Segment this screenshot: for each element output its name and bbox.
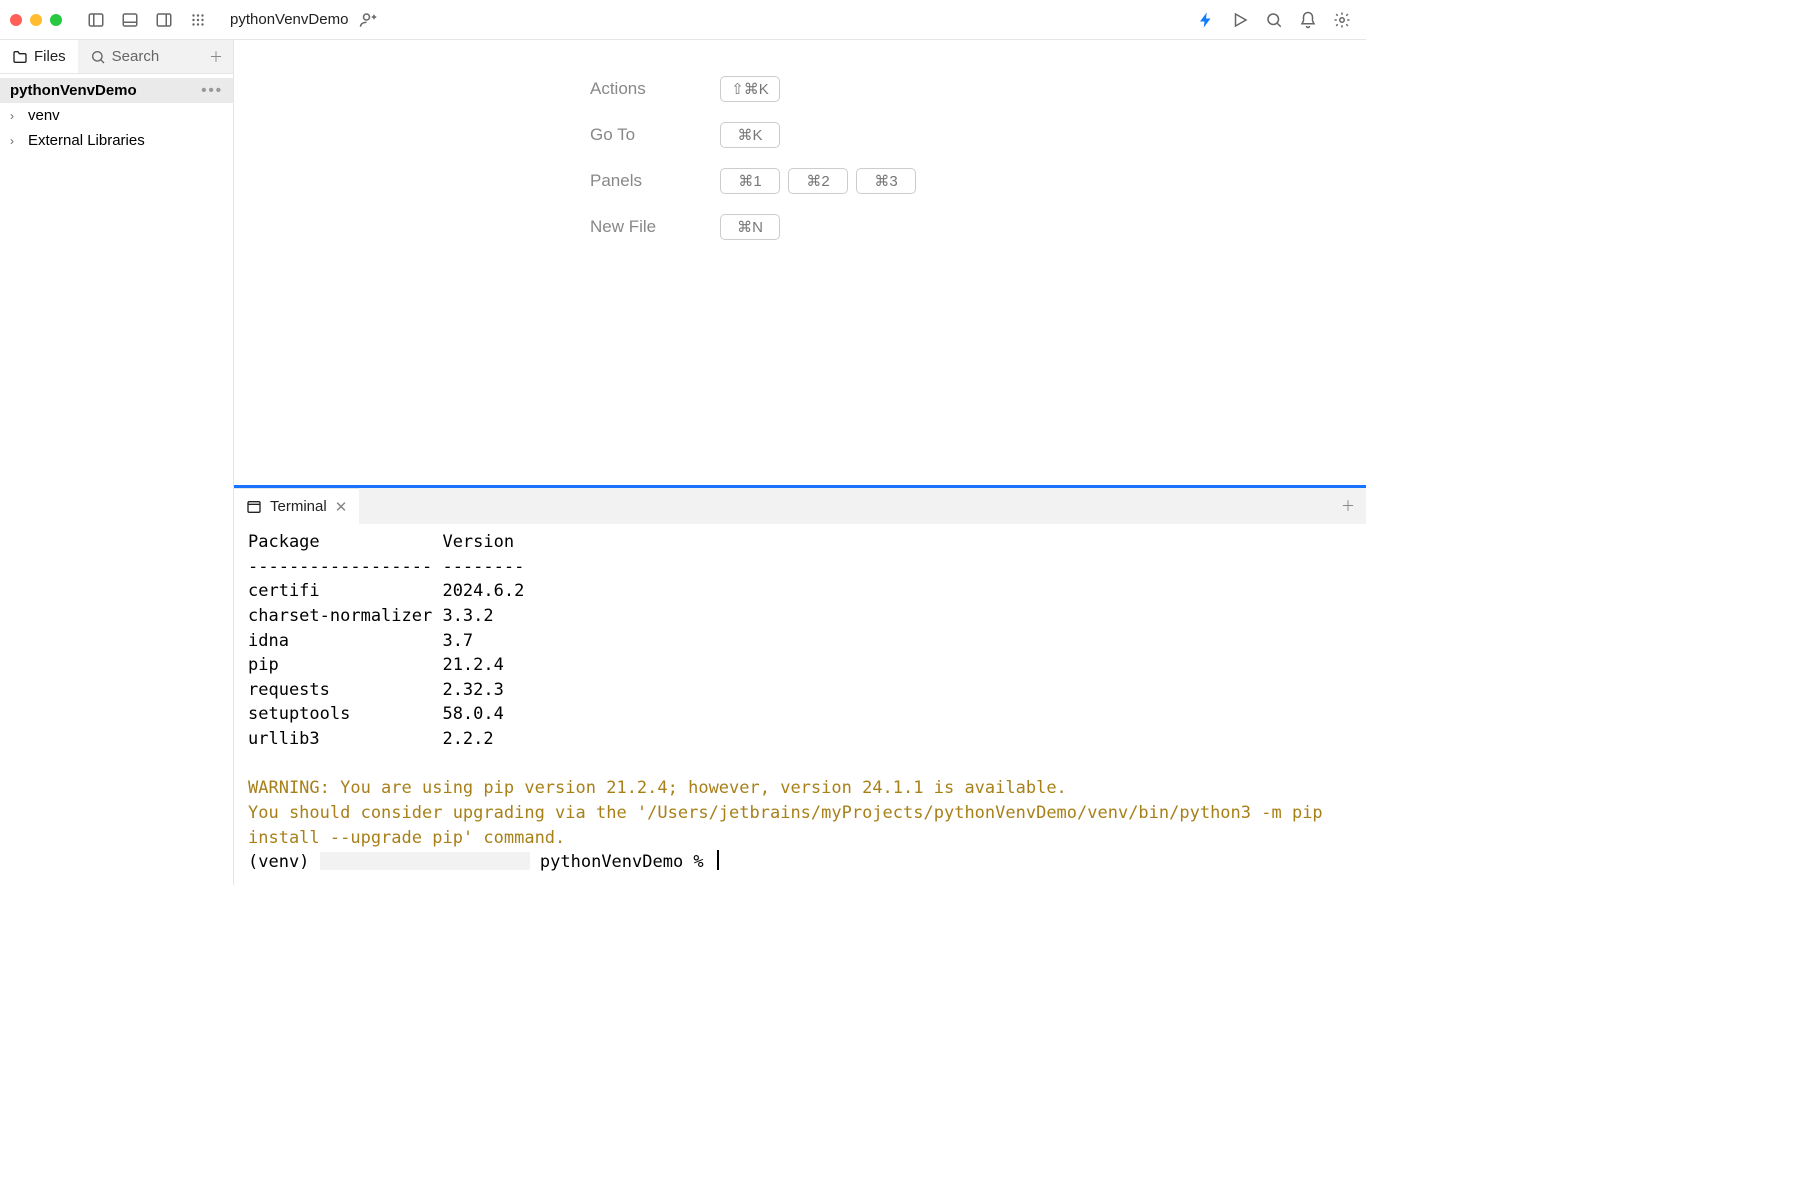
terminal-icon — [246, 499, 262, 515]
settings-icon[interactable] — [1328, 6, 1356, 34]
search-icon[interactable] — [1260, 6, 1288, 34]
sidebar-left-icon[interactable] — [82, 6, 110, 34]
tab-files-label: Files — [34, 48, 66, 65]
keycap: ⌘1 — [720, 168, 780, 194]
tab-files[interactable]: Files — [0, 40, 78, 73]
keycap: ⌘N — [720, 214, 780, 240]
hint-label: New File — [590, 217, 720, 237]
apps-grid-icon[interactable] — [184, 6, 212, 34]
sidebar-right-icon[interactable] — [150, 6, 178, 34]
notifications-icon[interactable] — [1294, 6, 1322, 34]
tree-item-label: External Libraries — [28, 132, 145, 149]
keycap: ⌘3 — [856, 168, 916, 194]
keycap: ⌘2 — [788, 168, 848, 194]
terminal-warning: WARNING: You are using pip version 21.2.… — [248, 778, 1333, 847]
terminal-tab-label: Terminal — [270, 498, 327, 515]
main: Files Search ＋ pythonVenvDemo ••• › venv… — [0, 40, 1366, 885]
chevron-right-icon: › — [10, 109, 24, 123]
keycap: ⇧⌘K — [720, 76, 780, 102]
tree-item-external-libraries[interactable]: › External Libraries — [0, 128, 233, 153]
terminal-output[interactable]: Package Version ------------------ -----… — [234, 524, 1366, 885]
cursor — [717, 850, 719, 870]
sidebar: Files Search ＋ pythonVenvDemo ••• › venv… — [0, 40, 234, 885]
zoom-window[interactable] — [50, 14, 62, 26]
more-icon[interactable]: ••• — [201, 82, 223, 99]
hint-newfile: New File ⌘N — [590, 204, 1010, 250]
terminal-tabs: Terminal ✕ ＋ — [234, 488, 1366, 524]
terminal-pane: Terminal ✕ ＋ Package Version -----------… — [234, 485, 1366, 885]
bolt-icon[interactable] — [1192, 6, 1220, 34]
editor-empty-state: Actions ⇧⌘K Go To ⌘K Panels ⌘1 ⌘2 ⌘3 New… — [234, 40, 1366, 485]
terminal-prompt: (venv) pythonVenvDemo % — [248, 852, 714, 872]
hint-goto: Go To ⌘K — [590, 112, 1010, 158]
tree-root-label: pythonVenvDemo — [10, 82, 137, 99]
add-collaborator-icon[interactable] — [354, 6, 382, 34]
run-icon[interactable] — [1226, 6, 1254, 34]
bottom-panel-icon[interactable] — [116, 6, 144, 34]
hint-actions: Actions ⇧⌘K — [590, 66, 1010, 112]
hint-label: Go To — [590, 125, 720, 145]
content: Actions ⇧⌘K Go To ⌘K Panels ⌘1 ⌘2 ⌘3 New… — [234, 40, 1366, 885]
sidebar-tabs: Files Search ＋ — [0, 40, 233, 74]
close-icon[interactable]: ✕ — [335, 498, 348, 516]
add-terminal-icon[interactable]: ＋ — [1330, 488, 1366, 524]
hint-panels: Panels ⌘1 ⌘2 ⌘3 — [590, 158, 1010, 204]
chevron-right-icon: › — [10, 134, 24, 148]
project-tree: pythonVenvDemo ••• › venv › External Lib… — [0, 74, 233, 157]
tree-item-venv[interactable]: › venv — [0, 103, 233, 128]
hint-label: Actions — [590, 79, 720, 99]
tab-search-label: Search — [112, 48, 160, 65]
tree-root[interactable]: pythonVenvDemo ••• — [0, 78, 233, 103]
redacted-path — [320, 852, 530, 870]
toolbar: pythonVenvDemo — [0, 0, 1366, 40]
tree-item-label: venv — [28, 107, 60, 124]
window-controls — [10, 14, 62, 26]
add-tab-icon[interactable]: ＋ — [199, 40, 233, 73]
project-name[interactable]: pythonVenvDemo — [230, 11, 348, 28]
keycap: ⌘K — [720, 122, 780, 148]
minimize-window[interactable] — [30, 14, 42, 26]
terminal-tab[interactable]: Terminal ✕ — [234, 488, 359, 524]
close-window[interactable] — [10, 14, 22, 26]
hint-label: Panels — [590, 171, 720, 191]
tab-search[interactable]: Search — [78, 40, 199, 73]
